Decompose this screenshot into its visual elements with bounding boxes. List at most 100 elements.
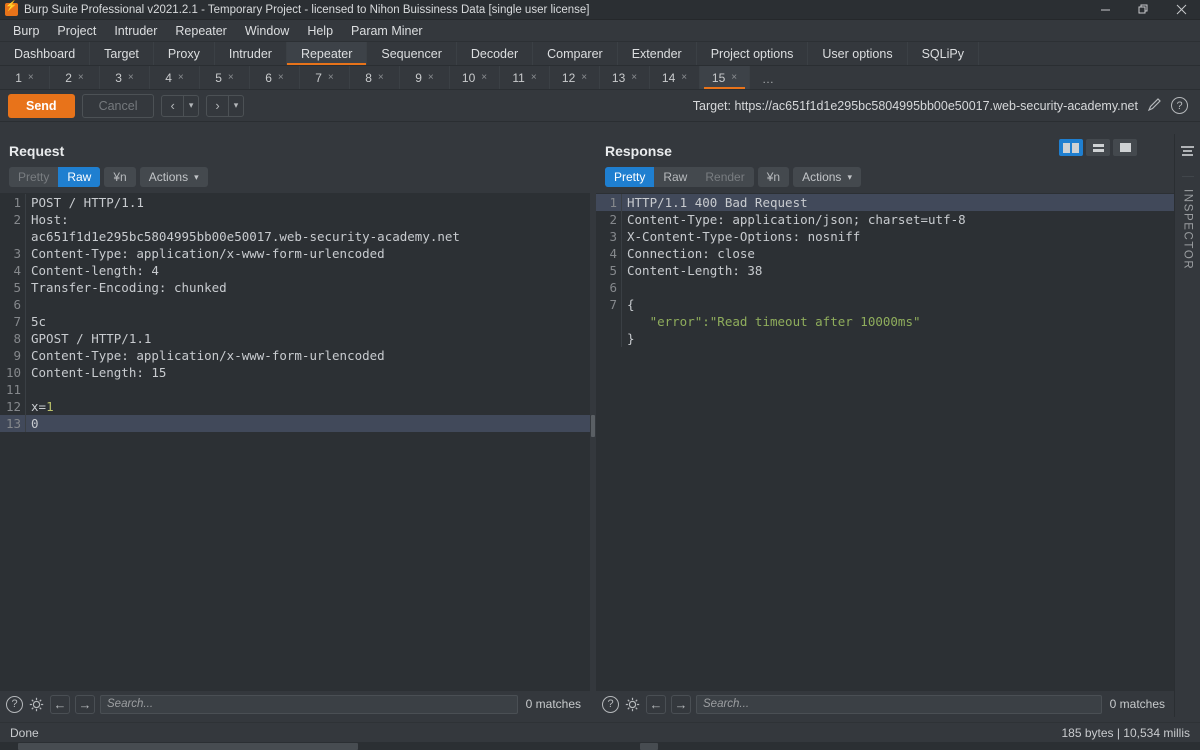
request-tab-raw[interactable]: Raw: [58, 167, 101, 187]
search-next-button[interactable]: →: [671, 694, 691, 714]
tab-extender[interactable]: Extender: [618, 42, 697, 65]
repeater-tab-6[interactable]: 6 ×: [250, 66, 300, 89]
panel-collapse-icon[interactable]: [1175, 140, 1200, 162]
burp-logo-icon: [5, 1, 18, 16]
send-button[interactable]: Send: [8, 93, 75, 118]
close-icon[interactable]: ×: [681, 72, 687, 83]
close-icon[interactable]: ×: [328, 72, 334, 83]
response-search-input[interactable]: [696, 694, 1102, 714]
search-next-button[interactable]: →: [75, 694, 95, 714]
layout-stacked-button[interactable]: [1086, 139, 1110, 156]
line-number: 5: [596, 262, 622, 279]
menu-item-intruder[interactable]: Intruder: [105, 22, 166, 40]
tab-project-options[interactable]: Project options: [697, 42, 809, 65]
close-icon[interactable]: ×: [128, 72, 134, 83]
question-mark-icon[interactable]: ?: [6, 695, 23, 713]
menu-item-burp[interactable]: Burp: [4, 22, 48, 40]
close-icon[interactable]: ×: [28, 72, 34, 83]
close-icon[interactable]: [1162, 0, 1200, 19]
line-number: 6: [596, 279, 622, 296]
forward-dropdown-icon[interactable]: ▾: [227, 95, 244, 116]
repeater-tab-4[interactable]: 4 ×: [150, 66, 200, 89]
question-mark-icon[interactable]: ?: [602, 695, 619, 713]
tab-dashboard[interactable]: Dashboard: [0, 42, 91, 65]
tab-sequencer[interactable]: Sequencer: [367, 42, 457, 65]
restore-icon[interactable]: [1124, 0, 1162, 19]
close-icon[interactable]: ×: [178, 72, 184, 83]
close-icon[interactable]: ×: [631, 72, 637, 83]
close-icon[interactable]: ×: [481, 72, 487, 83]
taskbar-item[interactable]: [18, 743, 358, 750]
repeater-tab-13[interactable]: 13 ×: [600, 66, 650, 89]
repeater-tab-label: 13: [611, 70, 626, 85]
divider-grip-icon[interactable]: [591, 415, 595, 437]
line-number: 5: [0, 279, 26, 296]
line-number: 1: [0, 194, 26, 211]
back-button[interactable]: ‹ ▾: [161, 94, 200, 117]
repeater-tab-15[interactable]: 15 ×: [700, 66, 750, 89]
request-actions-button[interactable]: Actions ▾: [139, 167, 208, 187]
question-mark-icon[interactable]: ?: [1171, 97, 1188, 114]
repeater-tab-3[interactable]: 3 ×: [100, 66, 150, 89]
request-search-input[interactable]: [100, 694, 518, 714]
close-icon[interactable]: ×: [581, 72, 587, 83]
inspector-rail[interactable]: INSPECTOR: [1174, 134, 1200, 717]
window-titlebar: Burp Suite Professional v2021.2.1 - Temp…: [0, 0, 1200, 20]
response-tab-raw[interactable]: Raw: [654, 167, 696, 187]
taskbar-item[interactable]: [640, 743, 658, 750]
status-left-text: Done: [10, 725, 39, 740]
tab-sqlipy[interactable]: SQLiPy: [908, 42, 979, 65]
tab-proxy[interactable]: Proxy: [154, 42, 215, 65]
menu-item-param-miner[interactable]: Param Miner: [342, 22, 432, 40]
repeater-tab-8[interactable]: 8 ×: [350, 66, 400, 89]
tab-comparer[interactable]: Comparer: [533, 42, 618, 65]
repeater-tab-9[interactable]: 9 ×: [400, 66, 450, 89]
response-editor[interactable]: 1 HTTP/1.1 400 Bad Request 2 Content-Type: …: [596, 193, 1174, 691]
repeater-tab-1[interactable]: 1 ×: [0, 66, 50, 89]
repeater-tab-2[interactable]: 2 ×: [50, 66, 100, 89]
close-icon[interactable]: ×: [731, 72, 737, 83]
repeater-tab-5[interactable]: 5 ×: [200, 66, 250, 89]
repeater-tab-7[interactable]: 7 ×: [300, 66, 350, 89]
layout-single-button[interactable]: [1113, 139, 1137, 156]
tab-intruder[interactable]: Intruder: [215, 42, 287, 65]
back-dropdown-icon[interactable]: ▾: [182, 95, 199, 116]
repeater-tab-10[interactable]: 10 ×: [450, 66, 500, 89]
repeater-tab-overflow[interactable]: …: [750, 66, 786, 89]
layout-side-by-side-button[interactable]: [1059, 139, 1083, 156]
forward-button[interactable]: › ▾: [206, 94, 245, 117]
repeater-tab-12[interactable]: 12 ×: [550, 66, 600, 89]
gear-icon[interactable]: [28, 696, 45, 713]
line-number: 7: [0, 313, 26, 330]
tab-decoder[interactable]: Decoder: [457, 42, 534, 65]
request-editor[interactable]: 1 POST / HTTP/1.1 2 Host: ac651f1d1e295bc580…: [0, 193, 590, 691]
line-text: Content-length: 4: [31, 263, 159, 278]
response-newline-toggle[interactable]: ¥n: [757, 167, 790, 187]
close-icon[interactable]: ×: [428, 72, 434, 83]
response-tab-render: Render: [705, 170, 745, 184]
tab-user-options[interactable]: User options: [808, 42, 908, 65]
menu-item-help[interactable]: Help: [298, 22, 342, 40]
close-icon[interactable]: ×: [531, 72, 537, 83]
repeater-tab-11[interactable]: 11 ×: [500, 66, 550, 89]
tab-repeater[interactable]: Repeater: [286, 42, 368, 65]
menu-item-repeater[interactable]: Repeater: [166, 22, 235, 40]
response-tab-pretty[interactable]: Pretty: [605, 167, 655, 187]
gear-icon[interactable]: [624, 696, 641, 713]
request-newline-toggle[interactable]: ¥n: [104, 167, 136, 187]
response-actions-button[interactable]: Actions ▾: [793, 167, 861, 187]
search-prev-button[interactable]: ←: [646, 694, 666, 714]
line-text: HTTP/1.1 400 Bad Request: [627, 195, 808, 210]
repeater-tab-label: 4: [165, 70, 172, 85]
menu-item-project[interactable]: Project: [48, 22, 105, 40]
close-icon[interactable]: ×: [278, 72, 284, 83]
close-icon[interactable]: ×: [228, 72, 234, 83]
search-prev-button[interactable]: ←: [50, 694, 70, 714]
minimize-icon[interactable]: [1086, 0, 1124, 19]
tab-target[interactable]: Target: [90, 42, 154, 65]
pencil-icon[interactable]: [1146, 96, 1163, 116]
close-icon[interactable]: ×: [378, 72, 384, 83]
close-icon[interactable]: ×: [78, 72, 84, 83]
menu-item-window[interactable]: Window: [236, 22, 298, 40]
repeater-tab-14[interactable]: 14 ×: [650, 66, 700, 89]
